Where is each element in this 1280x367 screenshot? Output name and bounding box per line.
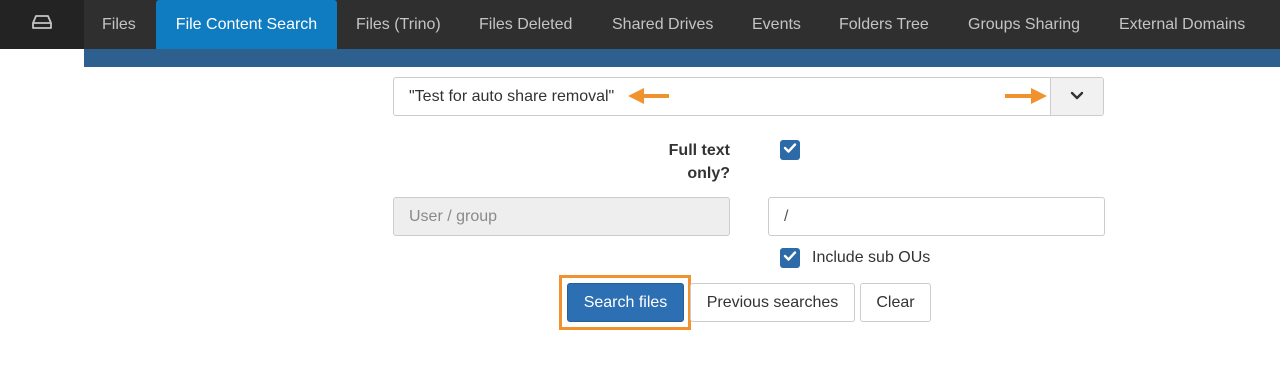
clear-button[interactable]: Clear <box>860 283 931 322</box>
include-sub-ous-label: Include sub OUs <box>812 249 931 266</box>
dropdown-toggle-button[interactable] <box>1050 78 1103 115</box>
tab-file-content-search[interactable]: File Content Search <box>156 0 337 49</box>
sub-navigation-bar <box>84 49 1280 67</box>
previous-searches-button[interactable]: Previous searches <box>690 283 855 322</box>
annotation-arrow-right-icon <box>1004 87 1048 110</box>
search-files-button[interactable]: Search files <box>567 283 684 322</box>
home-button[interactable] <box>0 0 84 49</box>
ou-path-input[interactable]: / <box>768 197 1105 236</box>
top-navigation: Files File Content Search Files (Trino) … <box>0 0 1280 49</box>
drive-icon <box>32 14 52 35</box>
search-query-text: "Test for auto share removal" <box>409 88 615 105</box>
search-query-combobox[interactable]: "Test for auto share removal" <box>393 77 1104 116</box>
include-sub-ous-checkbox[interactable] <box>780 248 800 268</box>
tab-files[interactable]: Files <box>102 0 136 49</box>
user-group-input[interactable]: User / group <box>393 197 730 236</box>
annotation-arrow-left-icon <box>628 87 670 110</box>
tab-folders-tree[interactable]: Folders Tree <box>839 0 929 49</box>
tab-events[interactable]: Events <box>752 0 801 49</box>
full-text-only-label: Full text only? <box>668 142 730 182</box>
tab-files-deleted[interactable]: Files Deleted <box>479 0 572 49</box>
tab-files-trino[interactable]: Files (Trino) <box>356 0 441 49</box>
checkmark-icon <box>783 141 797 159</box>
full-text-only-checkbox[interactable] <box>780 140 800 160</box>
checkmark-icon <box>783 249 797 267</box>
tab-external-domains[interactable]: External Domains <box>1119 0 1245 49</box>
chevron-down-icon <box>1070 88 1084 106</box>
tab-shared-drives[interactable]: Shared Drives <box>612 0 713 49</box>
tab-groups-sharing[interactable]: Groups Sharing <box>968 0 1080 49</box>
